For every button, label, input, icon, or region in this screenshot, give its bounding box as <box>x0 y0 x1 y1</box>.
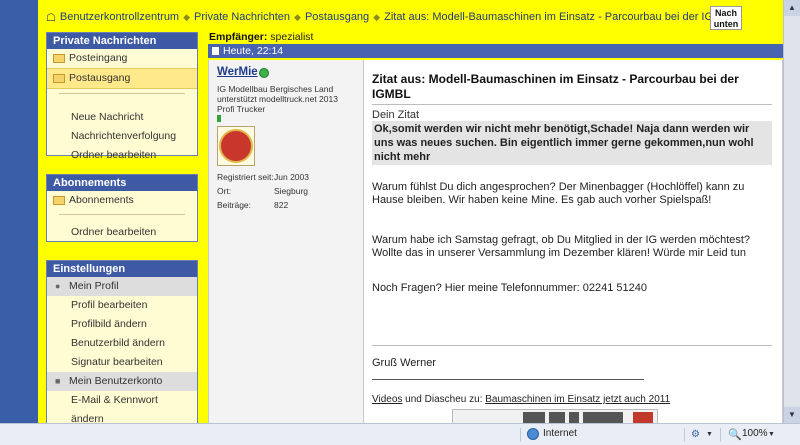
signature-divider <box>372 345 772 346</box>
vertical-scrollbar[interactable]: ▲ ▼ <box>783 0 800 423</box>
sidebar-item-tracking[interactable]: Nachrichtenverfolgung <box>47 127 197 146</box>
signature-rule <box>372 379 644 380</box>
quote-label: Dein Zitat <box>372 109 420 121</box>
divider <box>372 104 772 105</box>
author-title: IG Modellbau Bergisches Land unterstützt… <box>217 84 362 114</box>
breadcrumb-current: Zitat aus: Modell-Baumaschinen im Einsat… <box>384 11 736 23</box>
sidebar-item-avatar[interactable]: Benutzerbild ändern <box>47 334 197 353</box>
protected-mode-icon[interactable]: ⚙ <box>691 429 700 440</box>
sidebar-item-inbox[interactable]: Posteingang <box>47 49 197 68</box>
breadcrumb: ☖ Benutzerkontrollzentrum ◆ Private Nach… <box>46 8 736 26</box>
home-icon[interactable]: ☖ <box>46 11 56 24</box>
divider <box>59 214 185 215</box>
online-status-icon <box>259 68 269 78</box>
signature-text: und Diascheu zu: <box>402 394 486 405</box>
signature-links: Videos und Diascheu zu: Baumaschinen im … <box>372 394 670 405</box>
forum-page: ☖ Benutzerkontrollzentrum ◆ Private Nach… <box>38 0 783 423</box>
stat-label: Registriert seit: <box>217 172 274 182</box>
post-date-bar: Heute, 22:14 <box>208 44 783 58</box>
sidebar-item-outbox[interactable]: Postausgang <box>47 68 197 89</box>
author-name-link[interactable]: WerMie <box>217 66 258 78</box>
scroll-up-arrow-icon[interactable]: ▲ <box>784 0 800 16</box>
scroll-down-arrow-icon[interactable]: ▼ <box>784 407 800 423</box>
zoom-icon[interactable]: 🔍 <box>728 428 742 441</box>
chevron-down-icon[interactable]: ▼ <box>706 431 713 438</box>
sidebar-item-my-account[interactable]: Mein Benutzerkonto <box>47 372 197 391</box>
breadcrumb-separator-icon: ◆ <box>294 11 301 22</box>
sidebar-item-profile-picture[interactable]: Profilbild ändern <box>47 315 197 334</box>
browser-left-margin <box>0 0 38 423</box>
panel-settings: Einstellungen Mein Profil Profil bearbei… <box>46 260 198 423</box>
sidebar-item-my-profile[interactable]: Mein Profil <box>47 277 197 296</box>
recipient-name: spezialist <box>270 31 314 43</box>
panel-title: Private Nachrichten <box>47 33 197 49</box>
recipient-line: Empfänger: spezialist <box>209 31 313 43</box>
stat-label: Beiträge: <box>217 200 252 210</box>
message-title: Zitat aus: Modell-Baumaschinen im Einsat… <box>372 72 739 101</box>
chevron-down-icon[interactable]: ▼ <box>768 431 775 438</box>
post-date: Heute, 22:14 <box>223 45 284 57</box>
internet-zone-icon <box>527 428 539 440</box>
avatar[interactable] <box>217 126 255 166</box>
breadcrumb-link-outbox[interactable]: Postausgang <box>305 11 369 23</box>
post-icon <box>212 47 219 55</box>
signature-text: Gruß Werner <box>372 357 436 369</box>
stat-label: Ort: <box>217 186 232 196</box>
sidebar-item-change[interactable]: ändern <box>47 410 197 423</box>
sidebar-item-subscriptions[interactable]: Abonnements <box>47 191 197 210</box>
scroll-down-button[interactable]: Nach unten <box>710 6 742 30</box>
message-paragraph: Noch Fragen? Hier meine Telefonnummer: 0… <box>372 282 647 294</box>
sidebar-item-email-password[interactable]: E-Mail & Kennwort <box>47 391 197 410</box>
author-stats: Registriert seit: Jun 2003 Ort: Siegburg B… <box>217 170 309 212</box>
recipient-label: Empfänger: <box>209 31 268 43</box>
signature-banner-image[interactable] <box>452 409 658 423</box>
videos-link[interactable]: Videos <box>372 394 402 405</box>
rank-icon <box>217 115 221 122</box>
breadcrumb-separator-icon: ◆ <box>183 11 191 22</box>
sidebar-item-edit-folders[interactable]: Ordner bearbeiten <box>47 223 197 242</box>
sidebar-item-new-message[interactable]: Neue Nachricht <box>47 108 197 127</box>
sidebar-item-edit-folders[interactable]: Ordner bearbeiten <box>47 146 197 165</box>
breadcrumb-link-ucp[interactable]: Benutzerkontrollzentrum <box>60 11 179 23</box>
sidebar-item-signature[interactable]: Signatur bearbeiten <box>47 353 197 372</box>
zoom-level[interactable]: 100% <box>742 428 768 439</box>
panel-subscriptions: Abonnements Abonnements Ordner bearbeite… <box>46 174 198 242</box>
panel-title: Abonnements <box>47 175 197 191</box>
club-logo-icon <box>219 129 253 163</box>
author-title-line: IG Modellbau Bergisches Land <box>217 84 334 94</box>
message-content: Zitat aus: Modell-Baumaschinen im Einsat… <box>364 60 783 423</box>
security-zone: Internet <box>543 428 577 439</box>
panel-title: Einstellungen <box>47 261 197 277</box>
breadcrumb-separator-icon: ◆ <box>373 11 381 22</box>
browser-status-bar: Internet ⚙ ▼ 🔍 100% ▼ <box>0 423 800 445</box>
stat-value: Jun 2003 <box>274 172 309 182</box>
author-rank: Profi Trucker <box>217 104 266 114</box>
message-paragraph: Warum fühlst Du dich angesprochen? Der M… <box>372 181 745 206</box>
breadcrumb-link-private[interactable]: Private Nachrichten <box>194 11 290 23</box>
panel-private-messages: Private Nachrichten Posteingang Postausg… <box>46 32 198 161</box>
baumaschinen-link[interactable]: Baumaschinen im Einsatz jetzt auch 2011 <box>485 394 670 405</box>
message-paragraph: Warum habe ich Samstag gefragt, ob Du Mi… <box>372 234 751 259</box>
stat-value: Siegburg <box>274 186 309 196</box>
sidebar-item-edit-profile[interactable]: Profil bearbeiten <box>47 296 197 315</box>
quote-text: Ok,somit werden wir nicht mehr benötigt,… <box>372 121 772 165</box>
author-info: WerMie IG Modellbau Bergisches Land unte… <box>208 60 364 423</box>
divider <box>59 93 185 94</box>
stat-value: 822 <box>274 200 289 210</box>
author-title-line: unterstützt modelltruck.net 2013 <box>217 94 338 104</box>
